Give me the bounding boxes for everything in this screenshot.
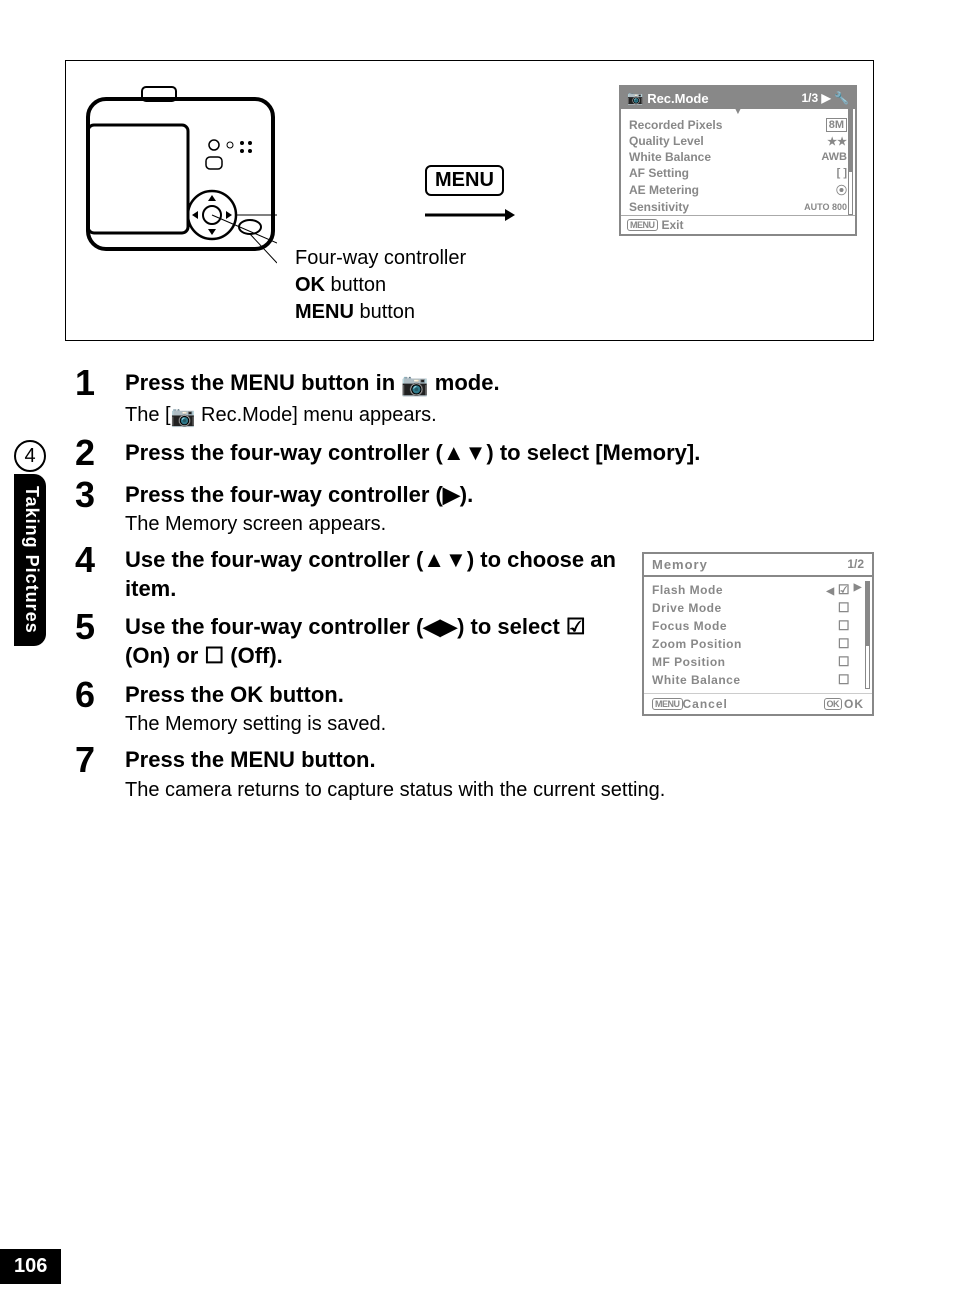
step-title: Use the four-way controller (◀▶) to sele… [125,613,622,670]
arrow-icon [425,206,601,229]
step-description: The Memory screen appears. [125,513,874,536]
lcd-row: AF Setting[ ] [621,165,855,181]
camera-icon: 📷 [627,90,643,106]
memory-row: White Balance☐ [644,671,872,689]
down-arrow-icon: ▼ [621,109,855,117]
ok-button-label: OK button [295,274,601,297]
memory-lcd: Memory 1/2 Flash Mode☑ Drive Mode☐ Focus… [642,552,874,716]
step-4: 4 Use the four-way controller (▲▼) to ch… [65,542,622,603]
camera-icon: 📷 [401,371,428,400]
step-number: 2 [65,435,105,471]
lcd-row: Quality Level★★ [621,133,855,149]
step-number: 7 [65,742,105,802]
page-number: 106 [0,1249,61,1284]
step-description: The Memory setting is saved. [125,713,622,736]
memory-row: Drive Mode☐ [644,599,872,617]
menu-mini-button: MENU [652,698,683,710]
lcd-footer: MENU Cancel OK OK [644,693,872,714]
menu-button-label: MENU button [295,301,601,324]
button-word: button [354,301,415,323]
lcd-page-indicator: 1/3 ▶ 🔧 [801,91,849,105]
lcd-row: Recorded Pixels8M [621,117,855,133]
instruction-steps: 1 Press the MENU button in 📷 mode. The [… [65,365,874,802]
menu-word: MENU [295,301,354,323]
lcd-page-indicator: 1/2 [847,557,864,572]
ok-mini-button: OK [824,698,843,710]
step-number: 1 [65,365,105,429]
rec-mode-lcd: 📷 Rec.Mode 1/3 ▶ 🔧 ▼ Recorded Pixels8M Q… [619,85,857,236]
memory-row: MF Position☐ [644,653,872,671]
ok-label: OK [844,697,864,711]
memory-row: Zoom Position☐ [644,635,872,653]
step-7: 7 Press the MENU button. The camera retu… [65,742,874,802]
camera-icon: 📷 [171,404,196,429]
lcd-row: White BalanceAWB [621,149,855,165]
lcd-footer: MENU Exit [621,215,855,234]
step-6: 6 Press the OK button. The Memory settin… [65,677,622,737]
step-number: 5 [65,609,105,670]
camera-illustration [82,85,277,270]
cancel-label: Cancel [683,697,728,711]
memory-row: Flash Mode☑ [644,581,872,599]
lcd-footer-label: Exit [662,218,684,232]
step-title: Press the four-way controller (▶). [125,481,874,510]
step-1: 1 Press the MENU button in 📷 mode. The [… [65,365,874,429]
step-number: 4 [65,542,105,603]
illustration-labels: MENU Four-way controller OK button MENU … [295,85,601,324]
chapter-side-tab: 4 Taking Pictures [0,440,60,646]
memory-row: Focus Mode☐ [644,617,872,635]
step-title: Press the MENU button. [125,746,874,775]
four-way-label: Four-way controller [295,247,601,270]
menu-mini-button: MENU [627,219,658,231]
step-title: Press the MENU button in 📷 mode. [125,369,874,400]
step-5: 5 Use the four-way controller (◀▶) to se… [65,609,622,670]
step-title: Press the OK button. [125,681,622,710]
ok-word: OK [295,274,325,296]
step-title: Press the four-way controller (▲▼) to se… [125,439,874,468]
lcd-title: Rec.Mode [647,91,708,106]
lcd-header: Memory 1/2 [644,554,872,577]
step-3: 3 Press the four-way controller (▶). The… [65,477,874,537]
chapter-number: 4 [14,440,46,472]
menu-button-graphic: MENU [425,165,504,196]
step-number: 6 [65,677,105,737]
chapter-label: Taking Pictures [14,474,46,646]
step-number: 3 [65,477,105,537]
step-description: The [📷 Rec.Mode] menu appears. [125,404,874,429]
lcd-row: AE Metering⦿ [621,181,855,199]
illustration-panel: MENU Four-way controller OK button MENU … [65,60,874,341]
button-word: button [325,274,386,296]
step-description: The camera returns to capture status wit… [125,779,874,802]
lcd-row: SensitivityAUTO 800 [621,199,855,215]
step-title: Use the four-way controller (▲▼) to choo… [125,546,622,603]
lcd-title: Memory [652,557,708,572]
step-2: 2 Press the four-way controller (▲▼) to … [65,435,874,471]
